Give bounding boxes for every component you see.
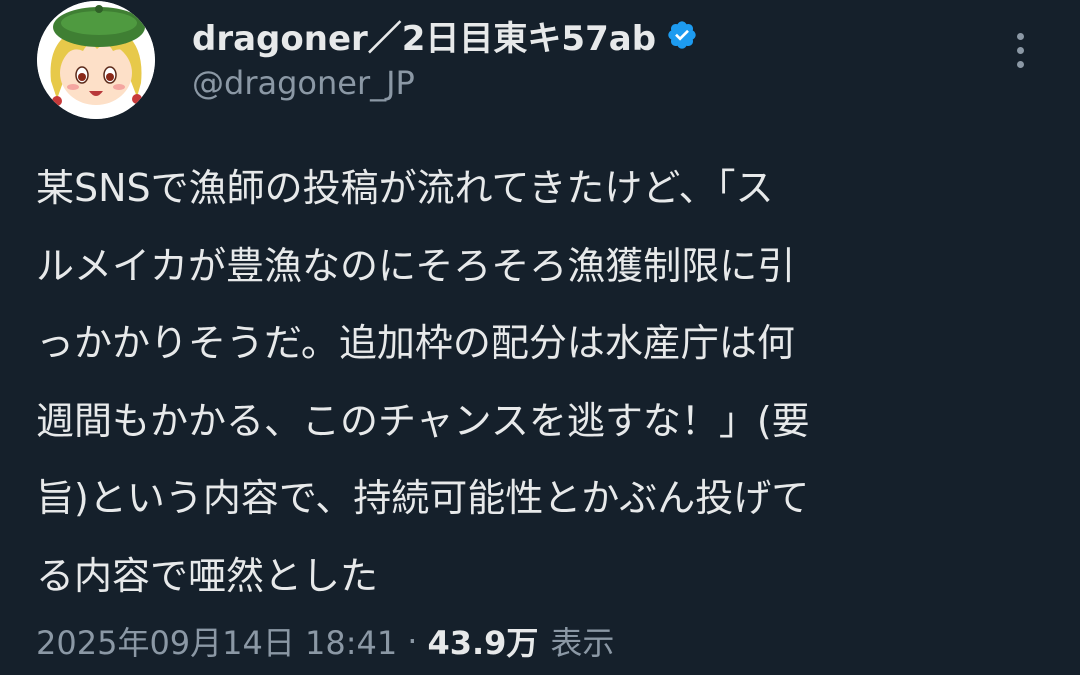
tweet-text-line: る内容で唖然とした [36, 553, 379, 598]
verified-badge-icon[interactable] [666, 19, 698, 51]
views-count: 43.9万 [427, 624, 539, 662]
tweet-timestamp[interactable]: 2025年09月14日 18:41 [36, 618, 397, 664]
views-label: 表示 [550, 624, 615, 662]
tweet-text-line: 旨)という内容で、持続可能性とかぶん投げて [36, 476, 810, 520]
tweet-text-line: 週間もかかる、このチャンスを逃すな！」(要 [36, 398, 810, 443]
tweet-text-line: ルメイカが豊漁なのにそろそろ漁獲制限に引 [36, 243, 796, 288]
more-dot [1016, 60, 1024, 68]
more-dot [1016, 32, 1024, 40]
avatar[interactable] [37, 1, 155, 119]
tweet-meta: 2025年09月14日 18:41 · 43.9万 表示 [36, 616, 614, 666]
yukkuri-avatar-icon [37, 1, 155, 119]
more-dot [1016, 46, 1024, 54]
author-name-row: dragoner／2日目東キ57ab [192, 10, 698, 60]
meta-separator: · [407, 622, 418, 660]
more-vertical-icon[interactable] [1003, 28, 1037, 72]
tweet-text: 某SNSで漁師の投稿が流れてきたけど、「ス ルメイカが豊漁なのにそろそろ漁獲制限… [36, 150, 1046, 615]
tweet-text-line: っかかりそうだ。追加枠の配分は水産庁は何 [36, 321, 795, 365]
author-handle[interactable]: @dragoner_JP [192, 64, 415, 102]
author-display-name[interactable]: dragoner／2日目東キ57ab [192, 11, 656, 60]
tweet-text-line: 某SNSで漁師の投稿が流れてきたけど、「ス [36, 166, 774, 210]
